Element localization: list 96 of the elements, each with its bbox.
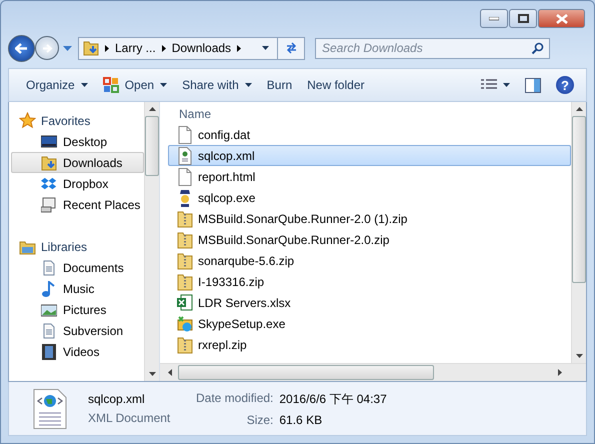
address-bar[interactable]: Larry ... Downloads xyxy=(78,36,305,60)
search-icon xyxy=(531,42,544,54)
field-value: 61.6 KB xyxy=(279,412,324,426)
back-arrow-icon xyxy=(15,42,28,54)
preview-pane-icon xyxy=(525,78,541,92)
file-icon xyxy=(177,168,193,186)
scroll-down-icon xyxy=(148,372,156,376)
breadcrumb-item[interactable]: Larry ... xyxy=(115,41,156,55)
computer-icon xyxy=(41,196,57,212)
horizontal-scrollbar[interactable] xyxy=(160,363,586,381)
close-icon xyxy=(556,14,568,24)
police-cap-icon xyxy=(177,188,193,206)
chevron-icon xyxy=(105,44,109,52)
sidebar-item[interactable]: Music xyxy=(11,278,144,299)
group-heading[interactable]: Libraries xyxy=(41,240,88,254)
file-row[interactable]: sqlcop.xml xyxy=(168,145,571,166)
maximize-button[interactable] xyxy=(509,9,537,28)
list-view-icon xyxy=(481,79,497,91)
file-row[interactable]: MSBuild.SonarQube.Runner-2.0 (1).zip xyxy=(168,208,571,229)
minimize-icon xyxy=(489,16,499,20)
field-label: Size: xyxy=(246,412,274,426)
scroll-down-icon xyxy=(576,354,582,358)
sidebar-item[interactable]: Recent Places xyxy=(11,194,144,215)
zip-folder-icon xyxy=(177,230,193,248)
maximize-icon xyxy=(518,14,528,23)
file-row[interactable]: I-193316.zip xyxy=(168,271,571,292)
file-row[interactable]: MSBuild.SonarQube.Runner-2.0.zip xyxy=(168,229,571,250)
breadcrumb-item[interactable]: Downloads xyxy=(172,41,232,55)
file-type: XML Document xyxy=(88,411,172,425)
minimize-button[interactable] xyxy=(480,9,508,28)
zip-folder-icon xyxy=(177,252,193,270)
installer-icon xyxy=(177,314,193,332)
zip-folder-icon xyxy=(177,336,193,354)
scroll-up-icon xyxy=(148,107,156,111)
close-button[interactable] xyxy=(538,9,585,28)
sidebar-item[interactable]: Pictures xyxy=(11,299,144,320)
document-icon xyxy=(41,260,57,276)
scroll-right-icon xyxy=(558,369,562,376)
monitor-icon xyxy=(41,134,57,150)
toolbar-button[interactable]: New folder xyxy=(301,75,370,95)
forward-arrow-icon xyxy=(42,44,52,52)
search-field[interactable]: Search Downloads xyxy=(315,38,550,58)
recent-pages-icon[interactable] xyxy=(63,46,72,50)
file-name: sqlcop.xml xyxy=(88,392,146,406)
boxes-icon xyxy=(41,176,57,192)
zip-folder-icon xyxy=(177,210,193,228)
back-button[interactable] xyxy=(8,34,35,62)
chevron-icon xyxy=(162,44,166,52)
sidebar-item[interactable]: Subversion xyxy=(11,320,144,341)
music-note-icon xyxy=(41,280,57,296)
field-value: 2016/6/6 下午 04:37 xyxy=(279,390,387,408)
sidebar-item[interactable]: Downloads xyxy=(11,152,144,173)
vertical-scrollbar[interactable] xyxy=(144,102,159,381)
office-icon xyxy=(102,77,119,93)
spreadsheet-icon xyxy=(177,294,193,312)
folder-icon xyxy=(83,40,99,56)
file-row[interactable]: sonarqube-5.6.zip xyxy=(168,250,571,271)
toolbar-button[interactable]: Open xyxy=(96,74,174,96)
zip-folder-icon xyxy=(177,272,193,290)
scroll-thumb[interactable] xyxy=(178,365,434,380)
help-button[interactable]: ? xyxy=(556,76,574,94)
toolbar-button[interactable]: Burn xyxy=(260,75,298,95)
group-heading[interactable]: Favorites xyxy=(41,114,90,128)
xml-document-icon xyxy=(33,388,67,428)
file-row[interactable]: rxrepl.zip xyxy=(168,334,571,355)
vertical-scrollbar[interactable] xyxy=(571,102,586,363)
refresh-icon xyxy=(284,42,298,54)
toolbar-button[interactable]: Share with xyxy=(176,75,258,95)
chevron-icon xyxy=(237,44,242,52)
column-header[interactable]: Name xyxy=(167,102,571,124)
xml-file-icon xyxy=(177,146,193,164)
folder-icon xyxy=(19,238,36,254)
landscape-icon xyxy=(41,302,57,318)
scroll-thumb[interactable] xyxy=(572,116,586,283)
sidebar-item[interactable]: Documents xyxy=(11,257,144,278)
scroll-left-icon xyxy=(168,369,172,376)
caret-icon xyxy=(262,46,269,50)
sidebar-item[interactable]: Videos xyxy=(11,341,144,362)
star-icon xyxy=(19,112,36,129)
film-icon xyxy=(41,344,57,360)
toolbar-button[interactable]: Organize xyxy=(20,75,94,95)
folder-icon xyxy=(41,154,57,170)
file-row[interactable]: config.dat xyxy=(168,124,571,145)
caret-icon xyxy=(503,83,510,87)
file-row[interactable]: SkypeSetup.exe xyxy=(168,313,571,334)
forward-button[interactable] xyxy=(35,36,59,60)
sidebar-item[interactable]: Desktop xyxy=(11,131,144,152)
scroll-up-icon xyxy=(576,107,582,111)
file-icon xyxy=(177,126,193,144)
file-row[interactable]: LDR Servers.xlsx xyxy=(168,292,571,313)
file-row[interactable]: report.html xyxy=(168,166,571,187)
field-label: Date modified: xyxy=(196,390,274,406)
document-icon xyxy=(41,322,57,338)
file-row[interactable]: sqlcop.exe xyxy=(168,187,571,208)
scroll-thumb[interactable] xyxy=(145,116,159,176)
sidebar-item[interactable]: Dropbox xyxy=(11,173,144,194)
